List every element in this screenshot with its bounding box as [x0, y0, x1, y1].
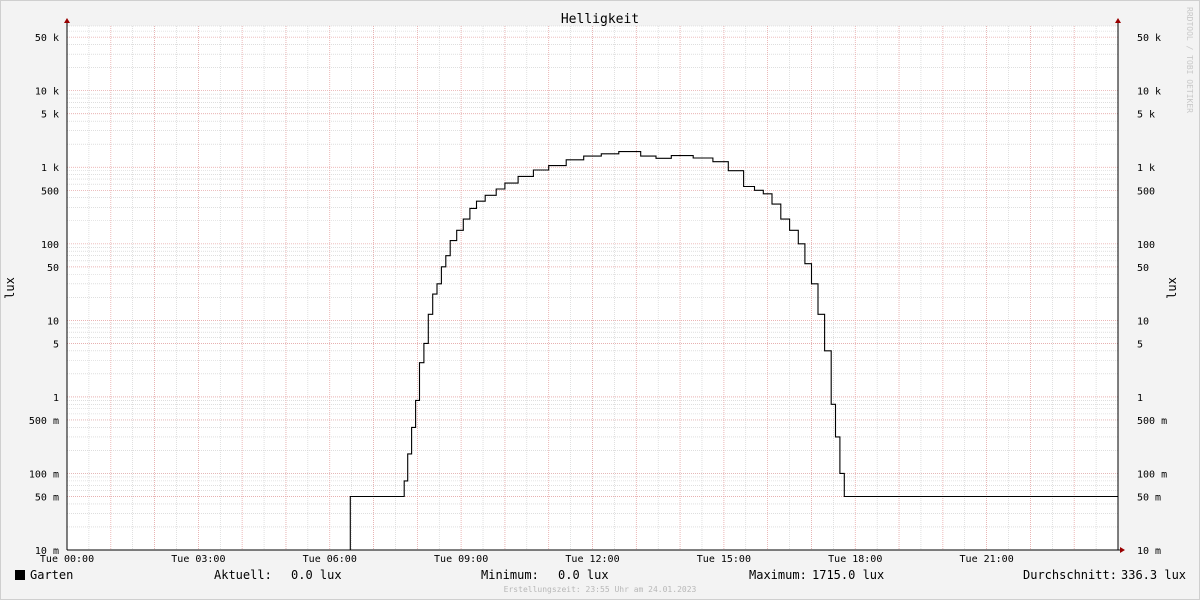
- y-tick-label-right: 500: [1137, 186, 1155, 197]
- legend-swatch-garten: [15, 570, 25, 580]
- y-tick-labels-left: 50 k 10 k 5 k 1 k 500 100 50 10 5 1 500 m 100 m 50 m…: [29, 33, 59, 557]
- y-tick-label-left: 50 k: [35, 33, 59, 44]
- y-tick-label-right: 10: [1137, 316, 1149, 327]
- y-tick-label-left: 500: [41, 186, 59, 197]
- x-tick-label: Tue 15:00: [697, 554, 751, 565]
- y-tick-label-left: 1 k: [41, 163, 59, 174]
- y-axis-arrow-left: [64, 18, 70, 23]
- y-tick-label-right: 1 k: [1137, 163, 1155, 174]
- y-tick-label-right: 5: [1137, 339, 1143, 350]
- y-tick-label-right: 50 k: [1137, 33, 1161, 44]
- y-tick-label-right: 5 k: [1137, 110, 1155, 121]
- chart: 50 k 10 k 5 k 1 k 500 100 50 10 5 1 500 m 100 m 50 m…: [3, 7, 1194, 565]
- legend-max-label: Maximum:: [749, 568, 807, 582]
- legend-avg-value: 336.3 lux: [1121, 568, 1187, 582]
- y-tick-label-right: 50 m: [1137, 492, 1161, 503]
- y-axis-label-right: lux: [1165, 277, 1179, 299]
- footer-timestamp: Erstellungszeit: 23:55 Uhr am 24.01.2023: [503, 585, 697, 594]
- y-tick-label-right: 1: [1137, 393, 1143, 404]
- x-axis-arrow: [1120, 547, 1125, 553]
- legend-current-label: Aktuell:: [214, 568, 272, 582]
- y-tick-label-left: 5 k: [41, 110, 59, 121]
- x-tick-label: Tue 21:00: [960, 554, 1014, 565]
- x-tick-label: Tue 18:00: [828, 554, 882, 565]
- y-axis-label-left: lux: [3, 277, 17, 299]
- x-tick-label: Tue 03:00: [171, 554, 225, 565]
- x-tick-label: Tue 00:00: [40, 554, 94, 565]
- y-tick-label-right: 100 m: [1137, 469, 1167, 480]
- x-tick-label: Tue 09:00: [434, 554, 488, 565]
- y-tick-label-right: 500 m: [1137, 416, 1167, 427]
- y-tick-label-right: 50: [1137, 263, 1149, 274]
- y-tick-label-right: 100: [1137, 240, 1155, 251]
- watermark: RRDTOOL / TOBI OETIKER: [1185, 7, 1194, 113]
- y-tick-label-right: 10 m: [1137, 546, 1161, 557]
- x-tick-labels: Tue 00:00 Tue 03:00 Tue 06:00 Tue 09:00 Tue …: [40, 554, 1014, 565]
- y-tick-label-left: 10: [47, 316, 59, 327]
- legend-max-value: 1715.0 lux: [812, 568, 885, 582]
- legend-min-value: 0.0 lux: [558, 568, 609, 582]
- legend: Garten Aktuell: 0.0 lux Minimum: 0.0 lux…: [0, 566, 1200, 586]
- y-tick-label-left: 100 m: [29, 469, 59, 480]
- legend-series-name: Garten: [30, 568, 74, 582]
- y-tick-labels-right: 50 k 10 k 5 k 1 k 500 100 50 10 5 1 500 m 100 m 50 m…: [1137, 33, 1167, 557]
- y-axis-arrow-right: [1115, 18, 1121, 23]
- legend-avg-label: Durchschnitt:: [1023, 568, 1117, 582]
- chart-title: Helligkeit: [561, 12, 639, 27]
- y-tick-label-left: 1: [53, 393, 59, 404]
- y-tick-label-left: 50: [47, 263, 59, 274]
- y-tick-label-left: 5: [53, 339, 59, 350]
- y-tick-label-left: 100: [41, 240, 59, 251]
- x-tick-label: Tue 06:00: [303, 554, 357, 565]
- y-tick-label-left: 50 m: [35, 492, 59, 503]
- y-tick-label-left: 10 k: [35, 87, 59, 98]
- legend-current-value: 0.0 lux: [291, 568, 342, 582]
- y-tick-label-right: 10 k: [1137, 87, 1161, 98]
- legend-min-label: Minimum:: [481, 568, 539, 582]
- y-tick-label-left: 500 m: [29, 416, 59, 427]
- x-tick-label: Tue 12:00: [565, 554, 619, 565]
